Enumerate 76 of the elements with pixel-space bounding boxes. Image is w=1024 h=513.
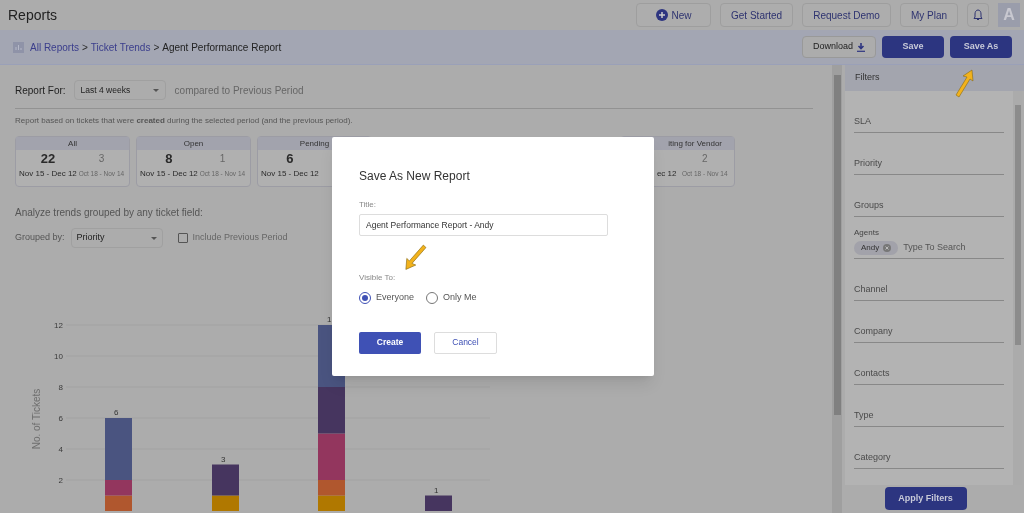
card-title: Open bbox=[183, 139, 204, 148]
axis-title: No. of Tickets bbox=[31, 388, 42, 450]
axis-tick-label: 6 bbox=[58, 414, 63, 423]
field-label: Visible To: bbox=[359, 272, 397, 284]
chart-icon bbox=[13, 41, 24, 53]
card-count: 8 bbox=[165, 150, 173, 168]
section-heading: Analyze trends grouped by any ticket field: bbox=[15, 206, 204, 220]
breadcrumb-separator: > bbox=[81, 40, 88, 55]
previous-count: 3 bbox=[98, 152, 105, 166]
breadcrumb-link[interactable]: All Reports bbox=[30, 39, 79, 55]
data-label: 6 bbox=[114, 408, 119, 417]
cancel-button[interactable]: Cancel bbox=[434, 331, 497, 354]
checkbox[interactable] bbox=[177, 233, 188, 243]
checkbox-label: Include Previous Period bbox=[192, 231, 288, 245]
card-title: iting for Vendor bbox=[668, 139, 722, 148]
bell-icon bbox=[973, 9, 983, 21]
radio-option[interactable]: Everyone bbox=[359, 291, 415, 305]
new-button[interactable]: New bbox=[636, 3, 712, 27]
create-button[interactable]: Create bbox=[359, 331, 421, 354]
date-range: Nov 15 - Dec 12 bbox=[140, 168, 198, 180]
breadcrumb-separator: > bbox=[153, 40, 160, 55]
apply-filters-button[interactable]: Apply Filters bbox=[884, 487, 967, 510]
filter-field[interactable]: Company bbox=[854, 301, 1004, 343]
breadcrumb-link[interactable]: Ticket Trends bbox=[90, 39, 151, 55]
data-label: 1 bbox=[434, 485, 439, 495]
axis-tick-label: 2 bbox=[58, 476, 63, 485]
caret-icon bbox=[150, 236, 157, 240]
axis-tick-label: 4 bbox=[58, 445, 63, 454]
date-range: Nov 15 - Dec 12 bbox=[261, 168, 319, 180]
filter-field[interactable]: Channel bbox=[854, 259, 1004, 301]
previous-count: 2 bbox=[701, 152, 708, 166]
bar-segment bbox=[425, 495, 452, 511]
title-input[interactable]: Agent Performance Report - Andy bbox=[359, 214, 608, 236]
field-label: Report For: bbox=[15, 83, 66, 98]
filter-field[interactable]: Priority bbox=[854, 133, 1004, 175]
card-count: 6 bbox=[286, 150, 294, 168]
download-icon bbox=[857, 42, 865, 52]
period-select[interactable]: Last 4 weeks bbox=[73, 80, 166, 100]
download-button[interactable]: Download bbox=[802, 36, 876, 58]
data-label: 1 bbox=[327, 315, 332, 324]
report-description: Report based on tickets that were created during the selected period (and the previous period). bbox=[15, 115, 354, 127]
card-title: Pending bbox=[299, 139, 330, 148]
caret-icon bbox=[152, 88, 159, 92]
radio-option[interactable]: Only Me bbox=[426, 291, 477, 305]
panel-title: Filters bbox=[855, 71, 880, 85]
agent-chip[interactable]: Andy bbox=[854, 241, 899, 255]
search-field[interactable]: Type To Search bbox=[903, 241, 994, 255]
notification-button[interactable] bbox=[967, 3, 989, 27]
filter-field[interactable]: Groups bbox=[854, 175, 1004, 217]
group-by-select[interactable]: Priority bbox=[70, 228, 163, 248]
comparison-text: compared to Previous Period bbox=[174, 83, 304, 98]
axis-tick-label: 8 bbox=[58, 383, 63, 392]
card-count: 22 bbox=[40, 150, 56, 168]
save-button[interactable]: Save bbox=[882, 36, 944, 58]
header-button[interactable]: My Plan bbox=[899, 3, 958, 27]
axis-tick-label: 12 bbox=[54, 321, 63, 330]
date-range: ec 12 bbox=[656, 168, 677, 180]
bar-segment bbox=[318, 387, 345, 434]
save-button[interactable]: Save As bbox=[950, 36, 1012, 58]
remove-icon[interactable] bbox=[883, 244, 892, 252]
plus-icon bbox=[655, 9, 668, 21]
page-title: Reports bbox=[8, 5, 59, 25]
filter-field[interactable]: Category bbox=[854, 427, 1004, 469]
header-button[interactable]: Get Started bbox=[720, 3, 794, 27]
filter-field[interactable]: Type bbox=[854, 385, 1004, 427]
field-label: Grouped by: bbox=[15, 231, 65, 245]
previous-count: 1 bbox=[219, 152, 226, 166]
field-label: Title: bbox=[359, 199, 378, 211]
date-range: Nov 15 - Dec 12 bbox=[19, 168, 77, 180]
header-button[interactable]: Request Demo bbox=[802, 3, 891, 27]
axis-tick-label: 10 bbox=[54, 352, 63, 361]
card-title: All bbox=[68, 139, 77, 148]
filter-field[interactable]: Contacts bbox=[854, 343, 1004, 385]
data-label: 3 bbox=[221, 454, 226, 464]
breadcrumb-current: Agent Performance Report bbox=[162, 40, 282, 55]
field-label: Agents bbox=[854, 227, 880, 239]
